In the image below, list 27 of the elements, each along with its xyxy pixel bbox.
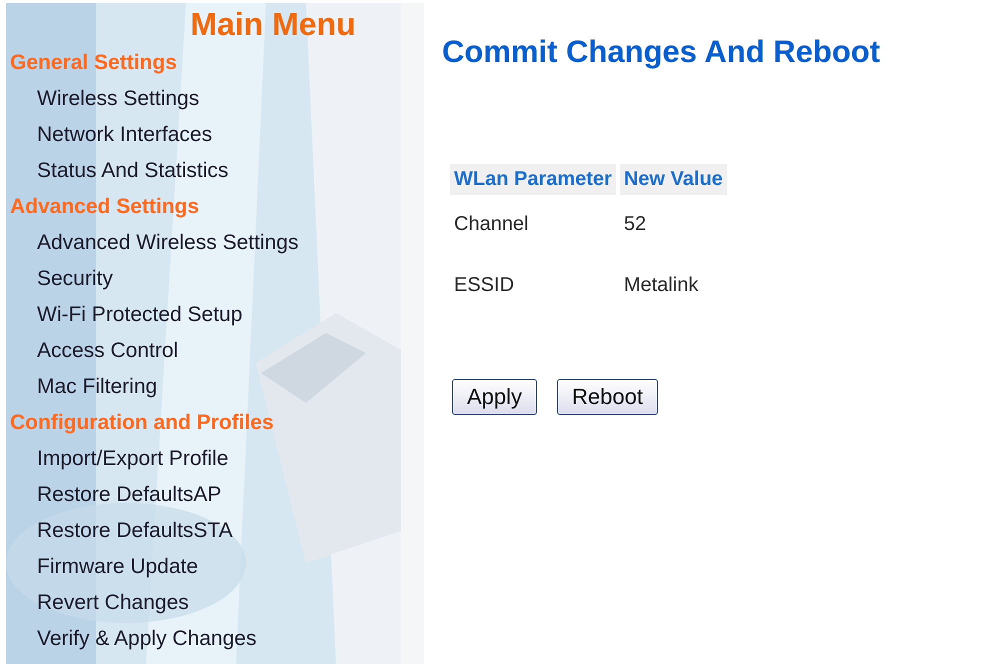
- menu-link[interactable]: Network Interfaces: [6, 117, 212, 153]
- menu-link[interactable]: Wireless Settings: [6, 81, 200, 117]
- column-header: New Value: [620, 164, 727, 195]
- menu-link[interactable]: Mac Filtering: [6, 369, 158, 405]
- column-header: WLan Parameter: [450, 164, 616, 195]
- menu-title: Main Menu: [189, 5, 356, 44]
- action-button[interactable]: Apply: [452, 379, 538, 415]
- menu-link[interactable]: Revert Changes: [6, 585, 189, 621]
- menu-section-heading: Advanced Settings: [9, 194, 200, 220]
- menu-link[interactable]: Advanced Wireless Settings: [6, 225, 298, 261]
- menu-link[interactable]: Access Control: [6, 333, 178, 369]
- menu-link[interactable]: Security: [6, 261, 113, 297]
- table-cell-text: Metalink: [622, 273, 700, 298]
- menu-link[interactable]: Wi-Fi Protected Setup: [6, 297, 242, 333]
- page-title: Commit Changes And Reboot: [442, 33, 882, 71]
- table-cell-text: 52: [622, 212, 648, 237]
- menu-link[interactable]: Restore DefaultsAP: [6, 477, 222, 513]
- table-cell-text: ESSID: [453, 273, 516, 298]
- menu-section-heading: Configuration and Profiles: [9, 410, 274, 436]
- menu-section-heading: General Settings: [9, 50, 177, 76]
- menu-link[interactable]: Restore DefaultsSTA: [6, 513, 233, 549]
- table-cell-text: Channel: [453, 212, 530, 237]
- menu-link[interactable]: Import/Export Profile: [6, 441, 228, 477]
- action-button[interactable]: Reboot: [557, 379, 658, 415]
- menu-link[interactable]: Verify & Apply Changes: [6, 621, 256, 657]
- menu-link[interactable]: Firmware Update: [6, 549, 198, 585]
- menu-link[interactable]: Status And Statistics: [6, 153, 228, 189]
